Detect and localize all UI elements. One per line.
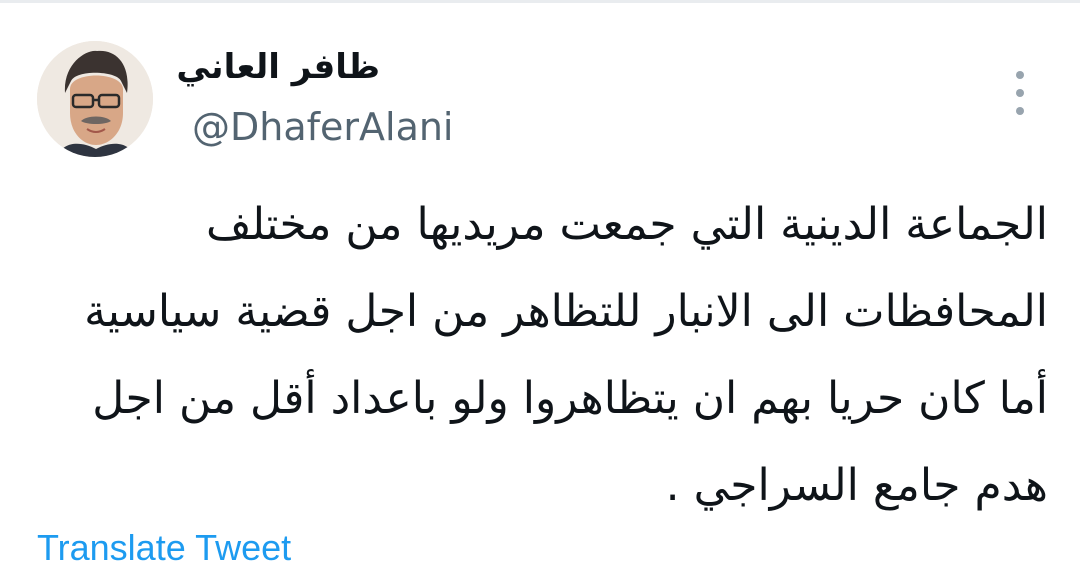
tweet-text-line: الجماعة الدينية التي جمعت مريديها من مخت… [206,199,1048,250]
more-options-button[interactable] [1000,65,1040,121]
more-vertical-icon-dot [1016,89,1024,97]
tweet-text-line: هدم جامع السراجي . [665,460,1048,511]
author-handle[interactable]: @DhaferAlani [192,105,454,149]
tweet-card: ظافر العاني @DhaferAlani الجماعة الدينية… [0,0,1080,582]
tweet-text-line: أما كان حريا بهم ان يتظاهروا ولو باعداد … [92,373,1048,424]
tweet-text: الجماعة الدينية التي جمعت مريديها من مخت… [40,181,1048,529]
more-vertical-icon-dot [1016,107,1024,115]
avatar-photo-icon [37,41,153,157]
tweet-text-line: المحافظات الى الانبار للتظاهر من اجل قضي… [84,286,1048,337]
author-display-name[interactable]: ظافر العاني [176,47,380,87]
avatar[interactable] [37,41,153,157]
more-vertical-icon [1016,71,1024,79]
translate-tweet-link[interactable]: Translate Tweet [37,527,291,569]
